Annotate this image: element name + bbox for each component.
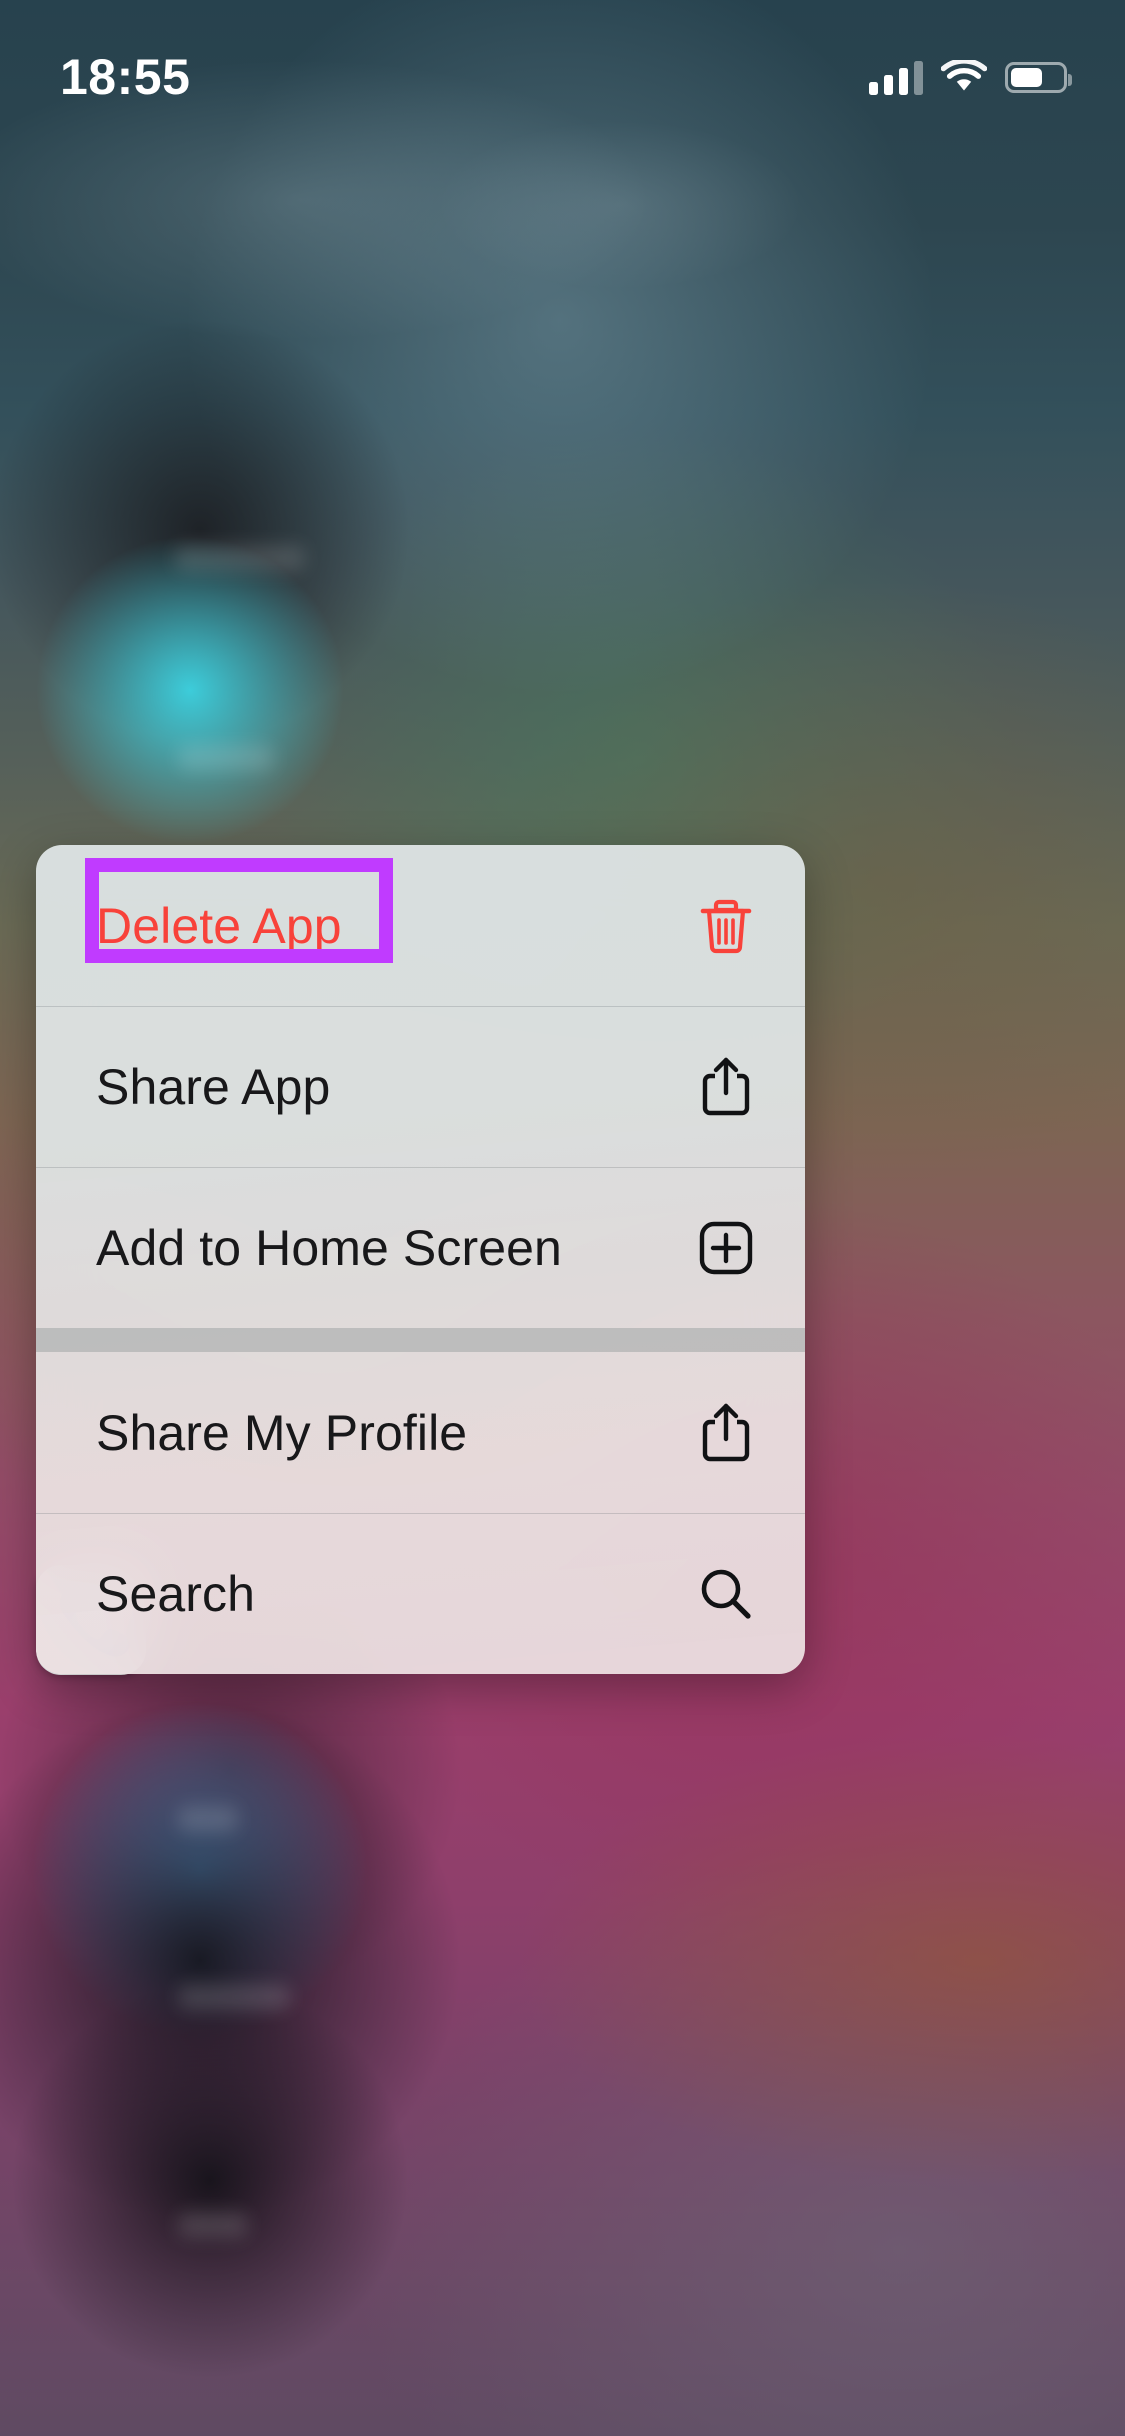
battery-icon (1005, 61, 1072, 93)
wifi-icon (941, 60, 987, 94)
menu-item-label: Search (96, 1566, 256, 1622)
menu-item-label: Delete App (96, 897, 342, 954)
cellular-signal-icon (869, 59, 923, 95)
blurred-app-label (178, 1984, 290, 2010)
context-menu-group-separator (36, 1328, 805, 1352)
menu-item-search[interactable]: Search (36, 1513, 805, 1674)
search-icon (693, 1561, 759, 1627)
menu-item-delete-app[interactable]: Delete App (36, 845, 805, 1006)
menu-item-share-app[interactable]: Share App (36, 1006, 805, 1167)
menu-item-share-my-profile[interactable]: Share My Profile (36, 1352, 805, 1513)
status-bar-icons (869, 59, 1072, 95)
plus-square-icon (693, 1215, 759, 1281)
menu-item-label: Share App (96, 1059, 331, 1115)
menu-item-label: Share My Profile (96, 1404, 468, 1461)
blurred-app-label (178, 2212, 248, 2238)
blurred-app-label (175, 545, 305, 571)
context-menu-group-actions: Share My Profile Search (36, 1352, 805, 1674)
menu-item-add-to-home-screen[interactable]: Add to Home Screen (36, 1167, 805, 1328)
status-bar: 18:55 (0, 0, 1125, 132)
blurred-app-label (178, 745, 274, 771)
context-menu-group-app: Delete App Share App Add to Home Screen (36, 845, 805, 1328)
share-icon (693, 1400, 759, 1466)
app-context-menu[interactable]: Delete App Share App Add to Home Screen … (36, 845, 805, 1674)
status-bar-clock: 18:55 (60, 49, 191, 105)
share-icon (693, 1054, 759, 1120)
blurred-app-label (178, 1806, 238, 1832)
trash-icon (693, 893, 759, 959)
menu-item-label: Add to Home Screen (96, 1220, 562, 1276)
